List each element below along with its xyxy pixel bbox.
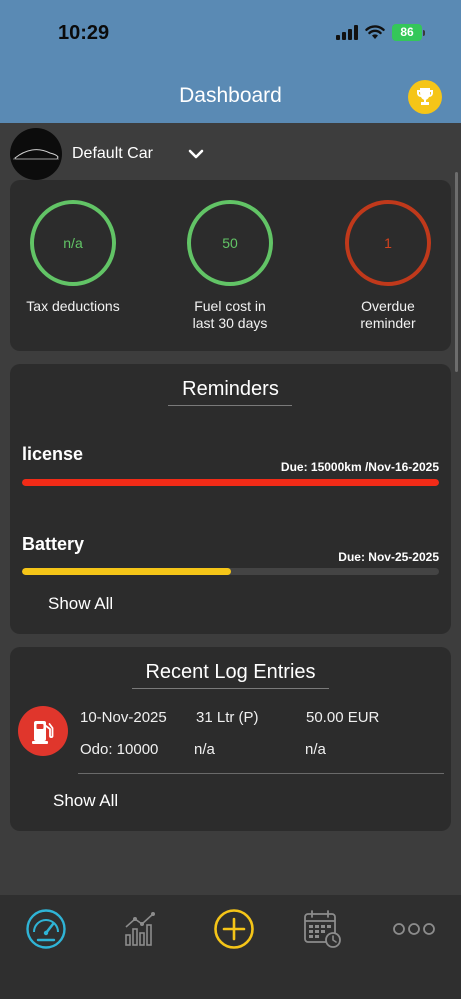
header: 10:29 86 Dashboard: [0, 0, 461, 123]
stat-fuel-cost[interactable]: 50 Fuel cost in last 30 days: [155, 200, 305, 332]
reminders-title: Reminders: [182, 378, 279, 400]
divider: [78, 773, 444, 774]
add-icon: [214, 909, 254, 949]
page-title: Dashboard: [179, 84, 282, 107]
logs-title: Recent Log Entries: [145, 661, 316, 683]
stat-label: Overdue reminder: [360, 298, 416, 331]
more-icon: [393, 923, 435, 935]
battery-indicator: 86: [392, 24, 425, 41]
reminder-progress-fill: [22, 568, 231, 575]
car-name: Default Car: [72, 145, 153, 162]
trophy-button[interactable]: [408, 80, 442, 114]
tab-more[interactable]: [392, 907, 436, 951]
stat-label: Tax deductions: [26, 298, 120, 314]
reminder-name: Battery: [22, 534, 85, 554]
speedometer-icon: [26, 909, 66, 949]
reminders-show-all-button[interactable]: Show All: [48, 594, 113, 614]
stat-tax-deductions[interactable]: n/a Tax deductions: [0, 200, 148, 315]
reminders-card: Reminders license Due: 15000km /Nov-16-2…: [10, 364, 451, 634]
status-icons: 86: [336, 24, 425, 41]
trophy-icon: [417, 88, 433, 105]
tab-dashboard[interactable]: [24, 907, 68, 951]
fuel-pump-icon: [18, 706, 68, 756]
stat-ring: 50: [187, 200, 273, 286]
car-avatar: [10, 128, 62, 180]
stat-overdue-reminder[interactable]: 1 Overdue reminder: [313, 200, 461, 332]
log-cost: 50.00 EUR: [306, 709, 380, 726]
stat-ring: 1: [345, 200, 431, 286]
log-volume: 31 Ltr (P): [196, 709, 259, 726]
log-date: 10-Nov-2025: [80, 709, 167, 726]
battery-level: 86: [392, 24, 422, 41]
signal-icon: [336, 25, 358, 40]
reminder-name: license: [22, 444, 84, 464]
tab-add[interactable]: [212, 907, 256, 951]
tab-bar: [0, 895, 461, 999]
car-silhouette-icon: [13, 149, 59, 160]
reminder-progress-track: [22, 568, 439, 575]
reminder-due: Due: 15000km /Nov-16-2025: [280, 460, 439, 474]
log-extra-2: n/a: [305, 741, 326, 758]
log-odometer: Odo: 10000: [80, 741, 159, 758]
chevron-down-icon[interactable]: [188, 149, 204, 159]
calendar-icon: [304, 910, 341, 948]
statistics-icon: [125, 912, 155, 946]
tab-statistics[interactable]: [118, 907, 162, 951]
wifi-icon: [365, 25, 385, 39]
reminder-due: Due: Nov-25-2025: [338, 550, 439, 564]
stat-label: Fuel cost in last 30 days: [192, 298, 268, 331]
recent-logs-card: Recent Log Entries 10-Nov-2025 31 Ltr (P…: [10, 647, 451, 831]
logs-show-all-button[interactable]: Show All: [53, 791, 118, 811]
status-time: 10:29: [58, 22, 110, 44]
log-extra-1: n/a: [194, 741, 215, 758]
car-selector[interactable]: Default Car: [0, 123, 461, 180]
tab-calendar[interactable]: [300, 907, 344, 951]
title-underline: [168, 405, 292, 406]
reminder-progress-fill: [22, 479, 439, 486]
stats-card: n/a Tax deductions 50 Fuel cost in last …: [10, 180, 451, 351]
title-underline: [132, 688, 329, 689]
stat-ring: n/a: [30, 200, 116, 286]
reminder-progress-track: [22, 479, 439, 486]
